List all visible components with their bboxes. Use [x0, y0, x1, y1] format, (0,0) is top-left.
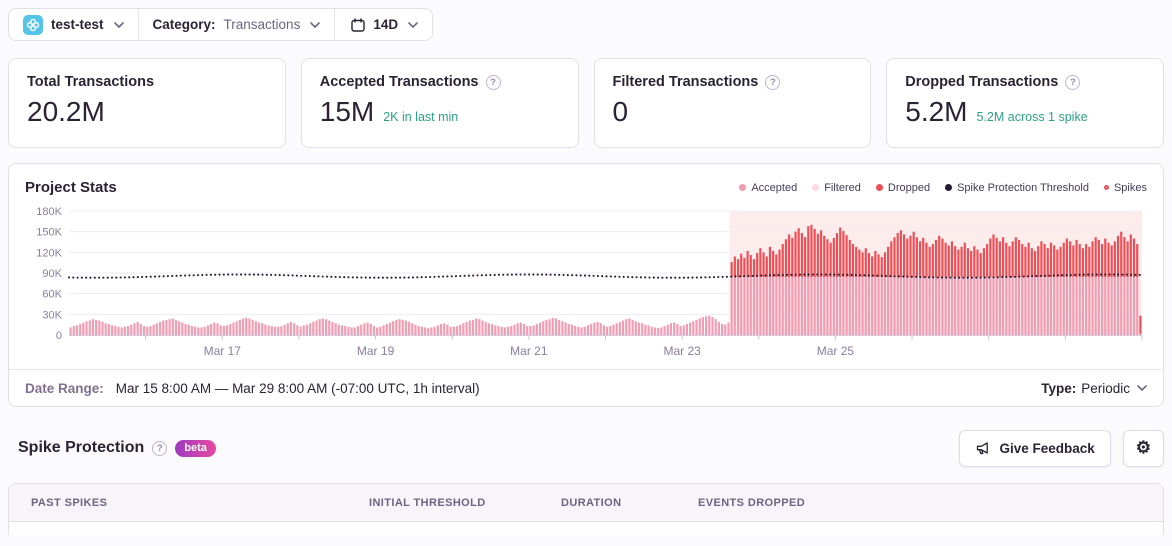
type-selector[interactable]: Type: Periodic	[1041, 381, 1147, 396]
card-value: 20.2M	[27, 96, 105, 127]
svg-text:0: 0	[56, 330, 62, 342]
chart-legend: Accepted Filtered Dropped Spike Protection …	[739, 182, 1147, 194]
date-range-bar: Date Range: Mar 15 8:00 AM — Mar 29 8:00…	[9, 369, 1163, 406]
table-row	[9, 522, 1163, 535]
svg-text:90K: 90K	[42, 268, 62, 280]
stat-cards: Total Transactions 20.2M Accepted Transa…	[8, 58, 1164, 148]
megaphone-icon	[975, 440, 991, 456]
card-accepted-transactions: Accepted Transactions ? 15M 2K in last m…	[300, 58, 579, 148]
chevron-down-icon	[1137, 385, 1147, 391]
column-header-events-dropped: EVENTS DROPPED	[698, 496, 806, 509]
legend-item-accepted[interactable]: Accepted	[739, 182, 797, 194]
legend-dot-icon	[945, 184, 953, 191]
project-icon	[23, 14, 43, 35]
svg-text:Mar 25: Mar 25	[817, 344, 855, 358]
date-period-value: 14D	[373, 17, 399, 32]
card-filtered-transactions: Filtered Transactions ? 0	[593, 58, 872, 148]
type-value: Periodic	[1081, 380, 1130, 396]
svg-text:Mar 21: Mar 21	[510, 344, 548, 358]
svg-text:Mar 19: Mar 19	[357, 344, 395, 358]
card-title: Total Transactions	[27, 74, 155, 90]
card-dropped-transactions: Dropped Transactions ? 5.2M 5.2M across …	[886, 58, 1164, 148]
help-icon[interactable]: ?	[152, 440, 168, 456]
spikes-ring-icon	[1103, 185, 1109, 190]
give-feedback-button[interactable]: Give Feedback	[959, 429, 1111, 467]
chevron-down-icon	[310, 21, 321, 28]
card-title: Accepted Transactions	[319, 74, 479, 90]
beta-badge: beta	[175, 439, 216, 457]
category-label: Category:	[152, 17, 216, 32]
svg-text:120K: 120K	[36, 247, 62, 259]
filters-bar: test-test Category: Transactions 14D	[8, 8, 434, 41]
svg-text:150K: 150K	[36, 227, 62, 239]
column-header-initial-threshold: INITIAL THRESHOLD	[369, 496, 486, 509]
legend-dot-icon	[739, 184, 747, 191]
card-value: 5.2M	[905, 96, 968, 127]
date-range-label: Date Range:	[25, 380, 104, 396]
card-value: 15M	[319, 96, 375, 127]
column-header-past-spikes: PAST SPIKES	[31, 496, 108, 509]
svg-text:180K: 180K	[36, 206, 62, 218]
category-value: Transactions	[223, 17, 301, 32]
legend-dot-icon	[812, 184, 820, 191]
card-title: Filtered Transactions	[612, 74, 759, 90]
gear-icon: ⚙	[1135, 438, 1151, 457]
card-title: Dropped Transactions	[905, 74, 1059, 90]
project-selector[interactable]: test-test	[9, 9, 138, 40]
card-subtext: 5.2M across 1 spike	[976, 110, 1088, 124]
svg-text:Mar 17: Mar 17	[204, 344, 242, 358]
chart-title: Project Stats	[25, 179, 117, 196]
svg-text:60K: 60K	[42, 289, 62, 301]
chevron-down-icon	[408, 21, 418, 28]
project-stats-panel: Project Stats Accepted Filtered Dropped Spi…	[8, 163, 1164, 407]
table-header-row: PAST SPIKES INITIAL THRESHOLD DURATION E…	[9, 484, 1163, 522]
chevron-down-icon	[113, 21, 124, 28]
legend-item-spikes[interactable]: Spikes	[1103, 182, 1147, 194]
card-value: 0	[612, 96, 629, 127]
help-icon[interactable]: ?	[765, 74, 781, 90]
help-icon[interactable]: ?	[1065, 74, 1081, 90]
past-spikes-table: PAST SPIKES INITIAL THRESHOLD DURATION E…	[8, 483, 1164, 535]
date-range-value: Mar 15 8:00 AM — Mar 29 8:00 AM (-07:00 …	[115, 380, 480, 396]
legend-item-filtered[interactable]: Filtered	[812, 182, 861, 194]
spike-protection-header: Spike Protection ? beta Give Feedback ⚙	[8, 429, 1164, 467]
give-feedback-label: Give Feedback	[999, 440, 1095, 456]
legend-dot-icon	[875, 184, 883, 191]
project-name: test-test	[51, 17, 104, 32]
legend-item-spike-protection-threshold[interactable]: Spike Protection Threshold	[945, 182, 1089, 194]
legend-item-dropped[interactable]: Dropped	[875, 182, 930, 194]
date-period-selector[interactable]: 14D	[334, 9, 432, 40]
svg-text:30K: 30K	[42, 309, 62, 321]
card-total-transactions: Total Transactions 20.2M	[8, 58, 286, 148]
settings-button[interactable]: ⚙	[1122, 429, 1164, 467]
svg-text:Mar 23: Mar 23	[663, 344, 701, 358]
dashboard-page: test-test Category: Transactions 14D Tot…	[0, 0, 1172, 543]
card-subtext: 2K in last min	[383, 110, 459, 124]
section-title: Spike Protection	[18, 439, 145, 456]
category-selector[interactable]: Category: Transactions	[137, 9, 335, 40]
calendar-icon	[351, 17, 366, 32]
type-label: Type:	[1041, 380, 1077, 396]
column-header-duration: DURATION	[561, 496, 622, 509]
help-icon[interactable]: ?	[485, 74, 501, 90]
project-stats-chart: 0 30K 60K 90K 120K 150K 180K Mar 17 Mar 19 Mar 21…	[36, 206, 1143, 358]
